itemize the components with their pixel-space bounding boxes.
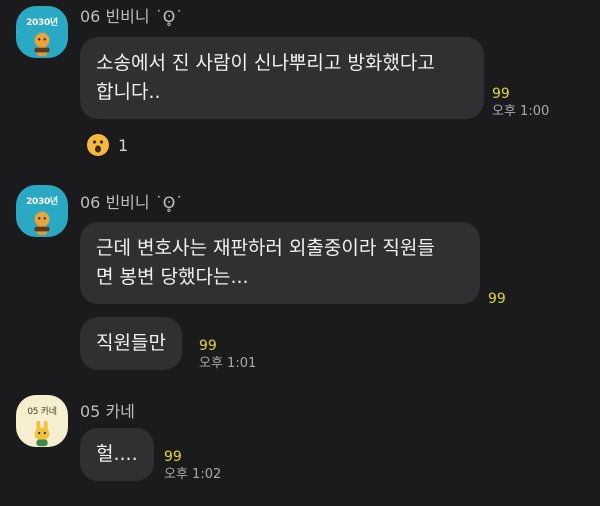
lion-character-icon xyxy=(34,211,50,236)
sender-name: 05 카네 xyxy=(80,402,135,421)
unread-count: 99 xyxy=(164,449,182,465)
message-bubble[interactable]: 근데 변호사는 재판하러 외출중이라 직원들 면 봉변 당했다는... xyxy=(80,222,480,304)
unread-count: 99 xyxy=(492,86,510,102)
message-meta: 99 오후 1:02 xyxy=(164,448,221,484)
message-meta: 99 오후 1:00 xyxy=(492,85,549,121)
message-line: 직원들만 xyxy=(96,332,166,354)
surprised-face-emoji-icon xyxy=(87,134,109,156)
unread-count: 99 xyxy=(199,338,217,354)
message-bubble[interactable]: 소송에서 진 사람이 신나뿌리고 방화했다고 합니다.. xyxy=(80,37,484,119)
timestamp: 오후 1:01 xyxy=(199,356,257,371)
avatar-label: 2030년 xyxy=(26,18,58,28)
message-line: 헐.... xyxy=(96,443,138,465)
message-bubble[interactable]: 헐.... xyxy=(80,428,154,481)
message-bubble[interactable]: 직원들만 xyxy=(80,317,182,370)
message-line: 면 봉변 당했다는... xyxy=(96,266,249,288)
message-line: 합니다.. xyxy=(96,81,161,103)
avatar[interactable]: 2030년 xyxy=(16,185,68,237)
unread-count: 99 xyxy=(488,291,506,307)
message-meta: 99 xyxy=(488,290,506,308)
reaction-badge[interactable]: 1 xyxy=(86,133,128,157)
reaction-count: 1 xyxy=(118,135,129,155)
timestamp: 오후 1:02 xyxy=(164,467,222,482)
rabbit-character-icon xyxy=(34,420,50,447)
message-line: 소송에서 진 사람이 신나뿌리고 방화했다고 xyxy=(96,52,435,74)
sender-name: 06 빈비니 ˙ʘ̥˙ xyxy=(80,7,184,26)
message-meta: 99 오후 1:01 xyxy=(199,337,256,373)
avatar-label: 2030년 xyxy=(26,197,58,207)
avatar[interactable]: 2030년 xyxy=(16,6,68,58)
message-line: 근데 변호사는 재판하러 외출중이라 직원들 xyxy=(96,237,435,259)
sender-name: 06 빈비니 ˙ʘ̥˙ xyxy=(80,193,184,212)
avatar[interactable]: 05 카네 xyxy=(16,395,68,447)
lion-character-icon xyxy=(34,32,50,57)
avatar-label: 05 카네 xyxy=(27,407,57,417)
timestamp: 오후 1:00 xyxy=(492,104,550,119)
